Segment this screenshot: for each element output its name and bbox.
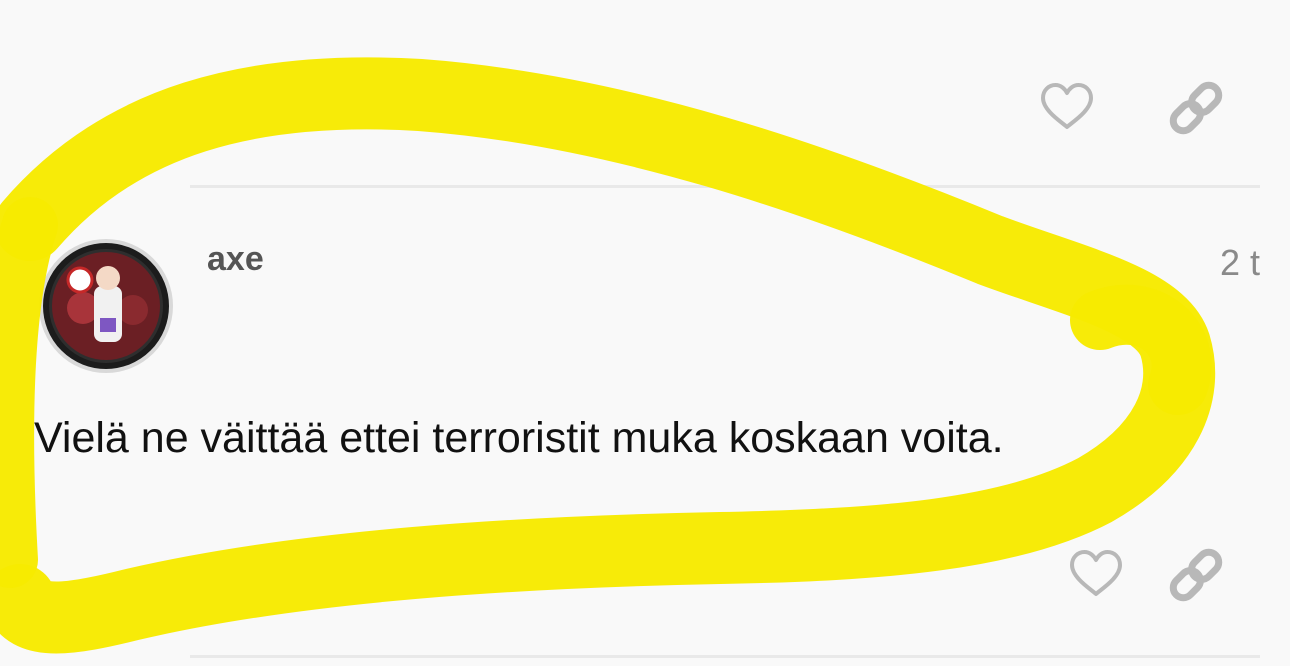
link-icon xyxy=(1169,81,1223,135)
post-username[interactable]: axe xyxy=(207,240,264,279)
like-button-previous[interactable] xyxy=(1037,78,1097,138)
like-button[interactable] xyxy=(1066,545,1126,605)
avatar[interactable] xyxy=(38,238,174,374)
heart-icon xyxy=(1070,550,1122,596)
link-icon xyxy=(1169,548,1223,602)
post-timestamp: 2 t xyxy=(1219,242,1260,283)
post-divider-top xyxy=(190,185,1260,188)
heart-icon xyxy=(1041,83,1093,129)
post-text: Vielä ne väittää ettei terroristit muka … xyxy=(34,414,1004,462)
share-link-button-previous[interactable] xyxy=(1166,78,1226,138)
avatar-image xyxy=(39,239,173,373)
post-divider-bottom xyxy=(190,655,1260,658)
share-link-button[interactable] xyxy=(1166,545,1226,605)
